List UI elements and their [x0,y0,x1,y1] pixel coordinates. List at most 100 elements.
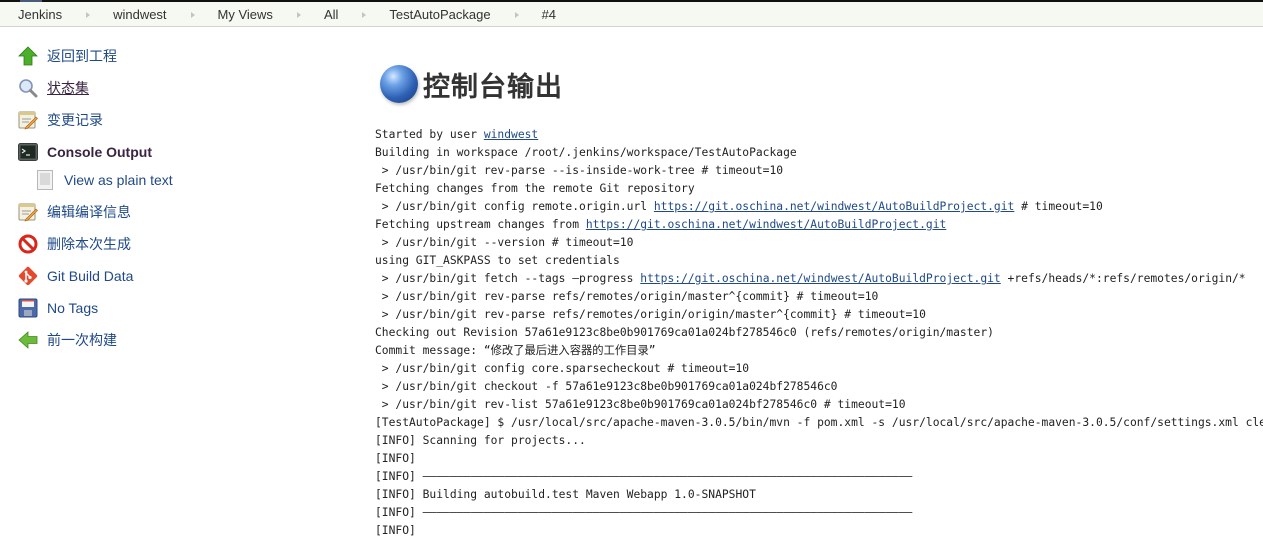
console-link[interactable]: https://git.oschina.net/windwest/AutoBui… [654,200,1014,213]
breadcrumb-separator-icon[interactable] [296,11,301,18]
breadcrumb-bar: Jenkins windwest My Views All TestAutoPa… [0,2,1263,27]
notepad-icon [17,201,39,223]
sidebar-item-previous-build[interactable]: 前一次构建 [17,328,117,352]
no-entry-icon [17,233,39,255]
console-line: [INFO] —————————————————————————————————… [375,504,1263,522]
console-text: [INFO] —————————————————————————————————… [375,506,913,519]
sidebar-item-status[interactable]: 状态集 [17,76,89,100]
search-icon [17,77,39,99]
sidebar-item-view-plain-text[interactable]: View as plain text [34,168,173,192]
console-text: Checking out Revision 57a61e9123c8be0b90… [375,326,994,339]
sidebar-item-label: 返回到工程 [47,48,117,64]
console-text: [TestAutoPackage] $ /usr/local/src/apach… [375,416,1263,429]
console-line: [TestAutoPackage] $ /usr/local/src/apach… [375,414,1263,432]
breadcrumb-separator-icon[interactable] [514,11,519,18]
console-line: [INFO] —————————————————————————————————… [375,468,1263,486]
sidebar-item-edit-build-info[interactable]: 编辑编译信息 [17,200,131,224]
breadcrumb-my-views[interactable]: My Views [218,7,273,22]
sidebar-item-no-tags[interactable]: No Tags [17,296,98,320]
breadcrumb-jenkins[interactable]: Jenkins [18,7,62,22]
console-text: > /usr/bin/git config remote.origin.url [375,200,654,213]
up-arrow-icon [17,45,39,67]
sidebar-item-label: Console Output [47,144,152,160]
document-icon [34,169,56,191]
console-line: [INFO] [375,450,1263,468]
sidebar-item-back-to-project[interactable]: 返回到工程 [17,44,117,68]
console-text: > /usr/bin/git fetch --tags —progress [375,272,641,285]
console-text: [INFO] Building autobuild.test Maven Web… [375,488,756,501]
console-output: Started by user windwest Building in work… [375,126,1263,538]
console-text: [INFO] —————————————————————————————————… [375,470,913,483]
left-arrow-icon [17,329,39,351]
sidebar-item-label: 编辑编译信息 [47,204,131,220]
sidebar-item-label: 前一次构建 [47,332,117,348]
sidebar-item-label: 删除本次生成 [47,236,131,252]
breadcrumb-separator-icon[interactable] [86,11,91,18]
console-line: Checking out Revision 57a61e9123c8be0b90… [375,324,1263,342]
console-text: Fetching upstream changes from [375,218,586,231]
console-link[interactable]: https://git.oschina.net/windwest/AutoBui… [586,218,946,231]
console-line: > /usr/bin/git rev-parse refs/remotes/or… [375,288,1263,306]
breadcrumb-build[interactable]: #4 [542,7,556,22]
console-line: Fetching upstream changes from https://g… [375,216,1263,234]
console-line: > /usr/bin/git fetch --tags —progress ht… [375,270,1263,288]
main-panel: 控制台输出 [375,60,563,108]
console-text: # timeout=10 [1014,200,1103,213]
sidebar-item-label: Git Build Data [47,268,134,284]
console-text: > /usr/bin/git rev-parse --is-inside-wor… [375,164,784,177]
breadcrumb-windwest[interactable]: windwest [113,7,166,22]
sidebar-item-console-output[interactable]: Console Output [17,140,152,164]
console-line: > /usr/bin/git config remote.origin.url … [375,198,1263,216]
console-text: > /usr/bin/git config core.sparsecheckou… [375,362,750,375]
sidebar-item-git-build-data[interactable]: Git Build Data [17,264,133,288]
breadcrumb-all[interactable]: All [324,7,338,22]
console-text: > /usr/bin/git rev-parse refs/remotes/or… [375,290,879,303]
console-text: [INFO] [375,524,416,537]
console-text: > /usr/bin/git --version # timeout=10 [375,236,634,249]
console-text: > /usr/bin/git rev-list 57a61e9123c8be0b… [375,398,906,411]
console-line: Fetching changes from the remote Git rep… [375,180,1263,198]
console-line: > /usr/bin/git rev-parse refs/remotes/or… [375,306,1263,324]
console-link[interactable]: https://git.oschina.net/windwest/AutoBui… [640,272,1000,285]
console-text: Fetching changes from the remote Git rep… [375,182,695,195]
blue-ball-status-icon [380,65,418,103]
console-line: [INFO] Scanning for projects... [375,432,1263,450]
breadcrumb-separator-icon[interactable] [190,11,195,18]
console-text: Building in workspace /root/.jenkins/wor… [375,146,797,159]
sidebar-item-label: View as plain text [64,172,173,188]
console-line: [INFO] [375,522,1263,538]
console-line: > /usr/bin/git rev-parse --is-inside-wor… [375,162,1263,180]
sidebar-item-changes[interactable]: 变更记录 [17,108,103,132]
page-title: 控制台输出 [375,60,563,108]
sidebar-item-label: No Tags [47,300,99,316]
console-line: > /usr/bin/git config core.sparsecheckou… [375,360,1263,378]
console-text: using GIT_ASKPASS to set credentials [375,254,620,267]
console-link[interactable]: windwest [484,128,538,141]
console-line: [INFO] Building autobuild.test Maven Web… [375,486,1263,504]
console-text: [INFO] Scanning for projects... [375,434,586,447]
sidebar-item-label: 状态集 [47,80,89,96]
console-line: Commit message: “修改了最后进入容器的工作目录” [375,342,1263,360]
console-text: Commit message: “修改了最后进入容器的工作目录” [375,344,656,357]
sidebar-item-delete-build[interactable]: 删除本次生成 [17,232,131,256]
sidebar-item-label: 变更记录 [47,112,103,128]
console-text: > /usr/bin/git rev-parse refs/remotes/or… [375,308,926,321]
breadcrumb: Jenkins windwest My Views All TestAutoPa… [0,2,1263,27]
console-line: Building in workspace /root/.jenkins/wor… [375,144,1263,162]
console-line: > /usr/bin/git rev-list 57a61e9123c8be0b… [375,396,1263,414]
terminal-icon [17,141,39,163]
console-text: +refs/heads/*:refs/remotes/origin/* [1000,272,1246,285]
console-text: > /usr/bin/git checkout -f 57a61e9123c8b… [375,380,838,393]
console-line: > /usr/bin/git --version # timeout=10 [375,234,1263,252]
git-icon [17,265,39,287]
breadcrumb-job[interactable]: TestAutoPackage [389,7,490,22]
console-text: Started by user [375,128,484,141]
page-title-text: 控制台输出 [423,71,563,103]
notepad-icon [17,109,39,131]
console-line: > /usr/bin/git checkout -f 57a61e9123c8b… [375,378,1263,396]
console-line: using GIT_ASKPASS to set credentials [375,252,1263,270]
console-text: [INFO] [375,452,416,465]
floppy-disk-icon [17,297,39,319]
console-line: Started by user windwest [375,126,1263,144]
breadcrumb-separator-icon[interactable] [362,11,367,18]
